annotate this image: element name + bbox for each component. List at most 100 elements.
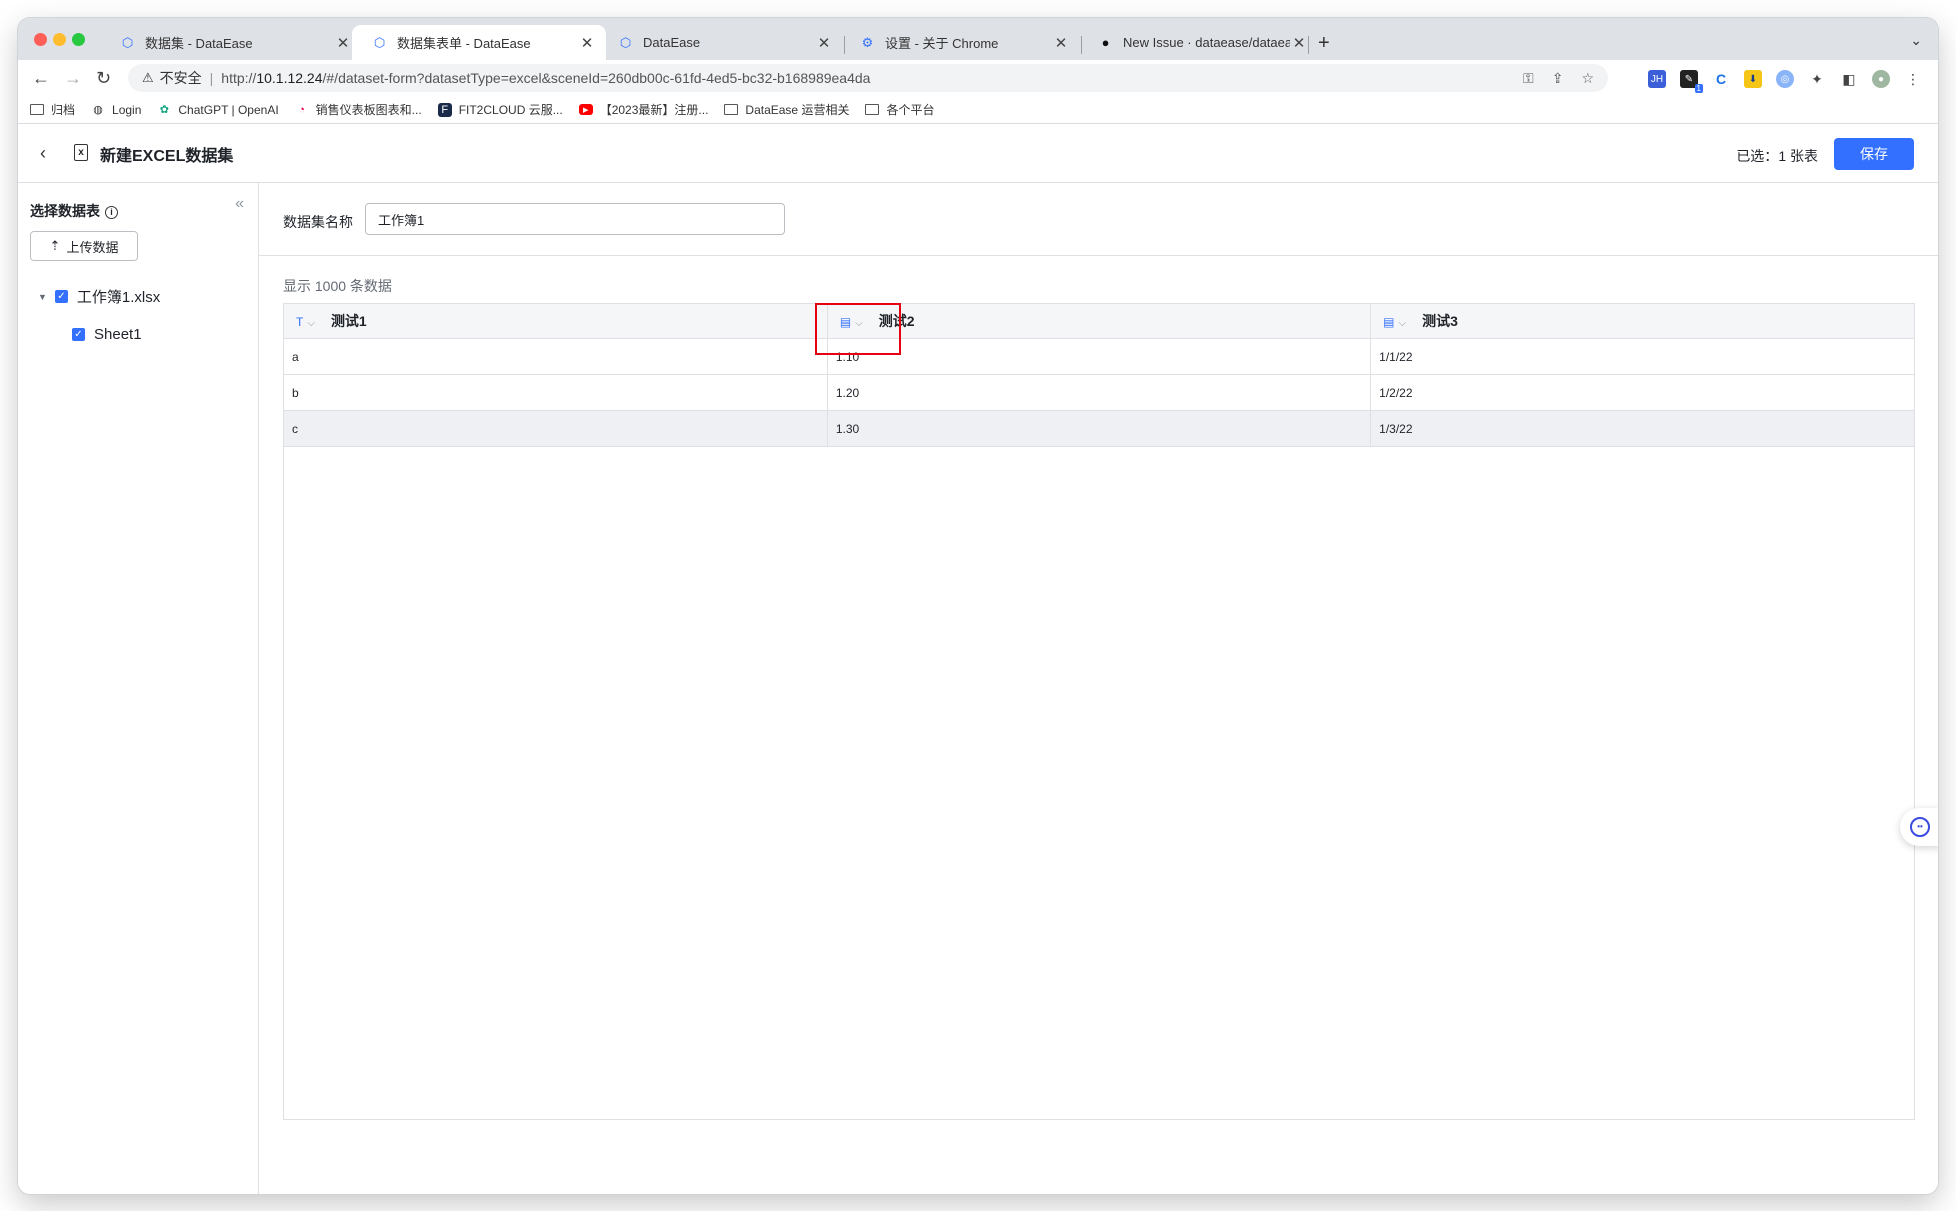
tree-item-file[interactable]: ▼ ✓ 工作簿1.xlsx bbox=[38, 286, 160, 307]
bookmark-label: 各个平台 bbox=[886, 103, 935, 117]
bookmark-item[interactable]: ▶ 【2023最新】注册... bbox=[578, 101, 709, 118]
dataset-name-label: 数据集名称 bbox=[283, 214, 353, 230]
bookmark-item[interactable]: 各个平台 bbox=[865, 101, 934, 118]
gear-icon: ⚙ bbox=[861, 34, 874, 50]
dataset-name-row: 数据集名称 bbox=[259, 183, 1938, 256]
column-header[interactable]: T ⌵ 测试1 bbox=[284, 304, 828, 339]
extension-icon[interactable]: ✎ 1 bbox=[1680, 70, 1703, 93]
dataease-icon: ⬡ bbox=[121, 34, 134, 50]
column-header[interactable]: ▤ ⌵ 测试3 bbox=[1370, 304, 1914, 339]
bookmark-item[interactable]: F FIT2CLOUD 云服... bbox=[437, 101, 563, 118]
sidebar-title: 选择数据表 i bbox=[30, 201, 118, 221]
info-icon[interactable]: i bbox=[105, 206, 118, 219]
browser-tab-active[interactable]: ⬡ 数据集表单 - DataEase ✕ bbox=[352, 25, 606, 60]
table-row: c 1.30 1/3/22 bbox=[284, 410, 1914, 447]
menu-dots-icon[interactable]: ⋮ bbox=[1904, 70, 1922, 88]
close-tab-icon[interactable]: ✕ bbox=[815, 34, 833, 52]
data-preview-table: T ⌵ 测试1 ▤⌵测试2 ▤ ⌵ 测试3 a 1.10 1/1/22 b bbox=[283, 303, 1915, 1120]
star-icon[interactable]: ☆ bbox=[1581, 70, 1594, 87]
column-header[interactable]: ▤ ⌵ 测试2 bbox=[827, 304, 1372, 339]
assistant-icon: •• bbox=[1910, 817, 1930, 837]
close-window-button[interactable] bbox=[34, 33, 47, 46]
chevron-down-icon[interactable]: ⌵ bbox=[307, 318, 315, 329]
table-header-row: T ⌵ 测试1 ▤ ⌵ 测试2 ▤ ⌵ 测试3 bbox=[284, 304, 1914, 339]
extensions-bar: JH ✎ 1 C ⬇ ◎ ✦ ◧ ● ⋮ bbox=[1648, 70, 1922, 93]
minimize-window-button[interactable] bbox=[53, 33, 66, 46]
close-tab-icon[interactable]: ✕ bbox=[1290, 34, 1308, 52]
c-extension-icon[interactable]: C bbox=[1712, 70, 1730, 88]
key-icon[interactable]: ⚿ bbox=[1523, 70, 1534, 87]
dataease-icon: ⬡ bbox=[373, 34, 386, 50]
bookmark-item[interactable]: ◔ 销售仪表板图表和... bbox=[295, 101, 421, 118]
tab-search-chevron-icon[interactable]: ⌄ bbox=[1910, 32, 1922, 49]
browser-tab[interactable]: ⬡ DataEase ✕ bbox=[598, 25, 843, 60]
bookmark-item[interactable]: DataEase 运营相关 bbox=[724, 101, 849, 118]
date-type-icon[interactable]: ▤ bbox=[1383, 315, 1394, 329]
file-checkbox[interactable]: ✓ bbox=[54, 290, 68, 303]
url-text[interactable]: http://10.1.12.24/#/dataset-form?dataset… bbox=[221, 70, 870, 86]
chevron-down-icon[interactable]: ⌵ bbox=[1399, 318, 1407, 329]
table-select-sidebar: 选择数据表 i « ⇡ 上传数据 ▼ ✓ 工作簿1.xlsx ✓ Sheet1 bbox=[18, 183, 259, 1194]
tab-title: New Issue · dataease/dataease bbox=[1123, 35, 1290, 50]
upload-data-button[interactable]: ⇡ 上传数据 bbox=[30, 231, 138, 261]
row-count-note: 显示 1000 条数据 bbox=[283, 278, 392, 294]
table-cell: b bbox=[284, 374, 828, 411]
back-chevron-icon[interactable]: ‹ bbox=[40, 143, 46, 164]
address-bar[interactable]: ⚠ 不安全 | http://10.1.12.24/#/dataset-form… bbox=[128, 64, 1608, 92]
forward-arrow-icon[interactable]: → bbox=[64, 68, 82, 88]
download-extension-icon[interactable]: ⬇ bbox=[1744, 70, 1762, 88]
text-type-icon[interactable]: T bbox=[296, 315, 303, 329]
table-cell: 1.10 bbox=[827, 338, 1372, 375]
url-host: 10.1.12.24 bbox=[256, 70, 323, 86]
tab-separator bbox=[1308, 36, 1309, 54]
new-tab-button[interactable]: + bbox=[1318, 32, 1330, 55]
reload-icon[interactable]: ↻ bbox=[96, 68, 111, 88]
sheet-checkbox[interactable]: ✓ bbox=[72, 328, 85, 341]
close-tab-icon[interactable]: ✕ bbox=[578, 34, 596, 52]
table-cell: 1/3/22 bbox=[1370, 410, 1914, 447]
close-tab-icon[interactable]: ✕ bbox=[1052, 34, 1070, 52]
collapse-sidebar-icon[interactable]: « bbox=[235, 195, 244, 213]
extension-badge: 1 bbox=[1694, 84, 1703, 93]
annotation-highlight-box bbox=[815, 303, 901, 355]
tab-title: 数据集 - DataEase bbox=[145, 36, 253, 51]
circle-extension-icon[interactable]: ◎ bbox=[1776, 70, 1794, 88]
back-arrow-icon[interactable]: ← bbox=[32, 68, 50, 88]
share-icon[interactable]: ⇪ bbox=[1552, 70, 1564, 87]
page-header: ‹ x 新建EXCEL数据集 已选：1 张表 保存 bbox=[18, 125, 1938, 183]
main-panel: 数据集名称 显示 1000 条数据 T ⌵ 测试1 ▤⌵测试2 ▤ ⌵ 测试3 bbox=[259, 183, 1938, 1194]
selected-label: 已选： bbox=[1736, 148, 1779, 164]
table-cell: 1.30 bbox=[827, 410, 1372, 447]
security-label[interactable]: 不安全 bbox=[160, 68, 202, 88]
maximize-window-button[interactable] bbox=[72, 33, 85, 46]
chart-icon: ◔ bbox=[298, 103, 305, 116]
caret-down-icon[interactable]: ▼ bbox=[38, 292, 47, 302]
bookmark-item[interactable]: ◍ Login bbox=[91, 103, 141, 117]
jh-extension-icon[interactable]: JH bbox=[1648, 70, 1666, 88]
save-button[interactable]: 保存 bbox=[1834, 138, 1914, 170]
dataset-name-input[interactable] bbox=[365, 203, 785, 235]
bookmark-label: 【2023最新】注册... bbox=[599, 103, 709, 117]
bookmark-label: 归档 bbox=[51, 103, 76, 117]
folder-icon bbox=[724, 104, 739, 115]
avatar[interactable]: ● bbox=[1872, 70, 1890, 88]
browser-window: ⬡ 数据集 - DataEase ✕ ⬡ 数据集表单 - DataEase ✕ … bbox=[18, 18, 1938, 1194]
tab-title: 数据集表单 - DataEase bbox=[397, 36, 531, 51]
bookmark-item[interactable]: 归档 bbox=[30, 101, 75, 118]
tree-item-sheet[interactable]: ✓ Sheet1 bbox=[72, 326, 142, 343]
folder-icon bbox=[865, 104, 880, 115]
bookmark-item[interactable]: ✿ ChatGPT | OpenAI bbox=[157, 102, 279, 117]
warning-icon[interactable]: ⚠ bbox=[142, 70, 154, 86]
browser-tab[interactable]: ⚙ 设置 - 关于 Chrome ✕ bbox=[840, 25, 1080, 60]
bookmark-label: ChatGPT | OpenAI bbox=[178, 102, 279, 117]
bookmark-label: FIT2CLOUD 云服... bbox=[458, 103, 563, 117]
bookmarks-bar: 归档 ◍ Login ✿ ChatGPT | OpenAI ◔ 销售仪表板图表和...… bbox=[18, 96, 1938, 124]
sidepanel-icon[interactable]: ◧ bbox=[1840, 70, 1858, 88]
url-path: /#/dataset-form?datasetType=excel&sceneI… bbox=[322, 70, 871, 86]
assistant-float-button[interactable]: •• bbox=[1900, 808, 1938, 846]
browser-tab[interactable]: ● New Issue · dataease/dataease ✕ bbox=[1078, 25, 1318, 60]
puzzle-icon[interactable]: ✦ bbox=[1808, 70, 1826, 88]
close-tab-icon[interactable]: ✕ bbox=[334, 34, 352, 52]
page-title: 新建EXCEL数据集 bbox=[100, 148, 234, 165]
browser-tab[interactable]: ⬡ 数据集 - DataEase ✕ bbox=[100, 25, 362, 60]
